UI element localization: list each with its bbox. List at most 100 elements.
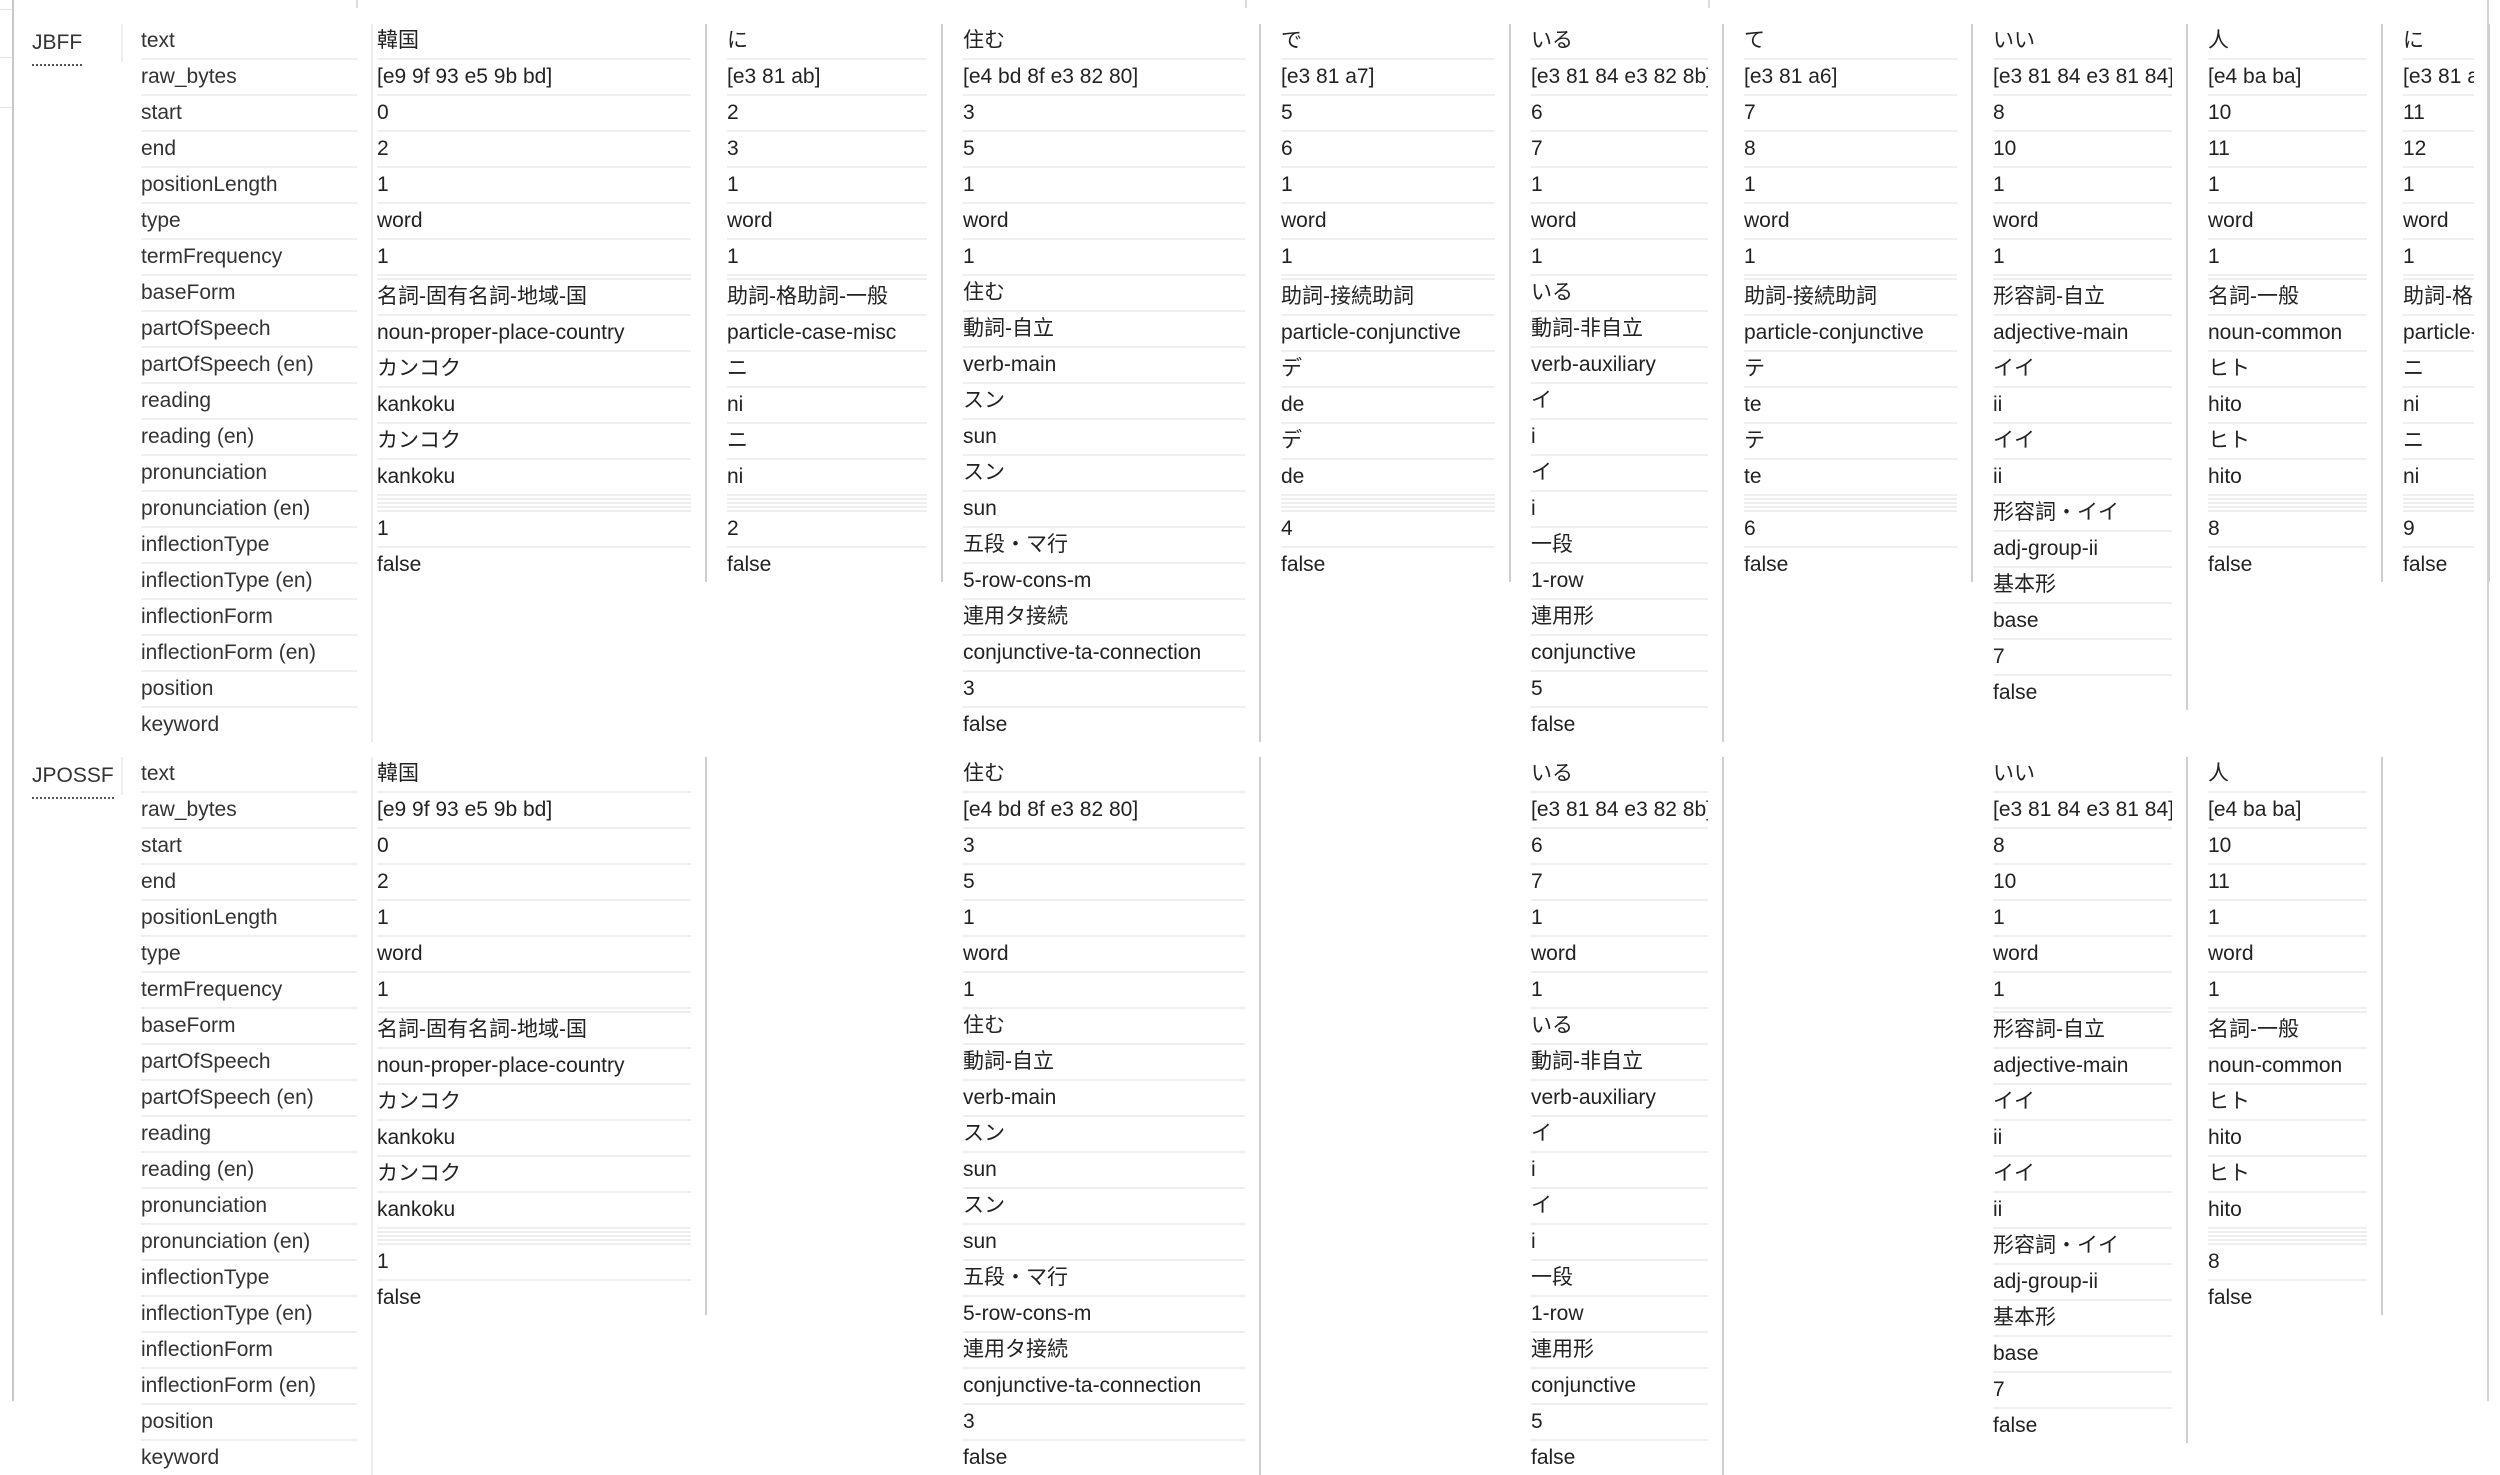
attribute-value: 0 xyxy=(377,96,691,132)
analyzer-name[interactable]: JPOSSF xyxy=(32,761,114,799)
attribute-value: 1-row xyxy=(1531,1297,1708,1333)
attribute-value: i xyxy=(1531,492,1708,528)
token-attributes: 住む [e4 bd 8f e3 82 80] 3 5 1 word 1 住む 動詞-自立 verb… xyxy=(945,757,1259,1475)
attribute-label: start xyxy=(141,829,357,865)
attribute-value: 6 xyxy=(1744,512,1957,548)
attribute-value: ii xyxy=(1993,460,2172,496)
attribute-value: 1 xyxy=(1531,973,1708,1009)
attribute-label: end xyxy=(141,132,357,168)
attribute-value: false xyxy=(2403,553,2448,576)
token-column: で [e3 81 a7] 5 6 1 word 1 助詞-接続助詞 particle-conju… xyxy=(1263,24,1511,582)
attribute-value: 連用タ接続 xyxy=(963,600,1245,636)
attribute-value: 1 xyxy=(377,973,691,1009)
attribute-label: type xyxy=(141,204,357,240)
attribute-label: reading (en) xyxy=(141,1153,357,1189)
attribute-value: particle-conjunctive xyxy=(1744,316,1957,352)
attribute-value: kankoku xyxy=(377,460,691,496)
attribute-value: 5 xyxy=(963,132,1245,168)
attribute-value: 1 xyxy=(727,240,927,276)
attribute-value: kankoku xyxy=(377,388,691,424)
attribute-value: 韓国 xyxy=(377,757,691,793)
attribute-value: 5 xyxy=(963,865,1245,901)
attribute-label: baseForm xyxy=(141,1009,357,1045)
attribute-label: position xyxy=(141,672,357,708)
attribute-value: [e4 bd 8f e3 82 80] xyxy=(963,60,1245,96)
attribute-value: 7 xyxy=(1531,865,1708,901)
attribute-value: 1 xyxy=(377,1245,691,1281)
attribute-value: ii xyxy=(1993,1193,2172,1229)
attribute-value: 1 xyxy=(963,901,1245,937)
attribute-value: いる xyxy=(1531,24,1708,60)
attribute-value: ni xyxy=(2403,388,2474,424)
attribute-label: text xyxy=(141,24,357,60)
attribute-value: [e3 81 ab] xyxy=(727,60,927,96)
attribute-value: conjunctive-ta-connection xyxy=(963,636,1245,672)
attribute-value: 基本形 xyxy=(1993,1301,2172,1337)
attribute-value: 1 xyxy=(1993,168,2172,204)
attribute-value: 6 xyxy=(1281,132,1495,168)
attribute-value: ヒト xyxy=(2208,1085,2367,1121)
attribute-value: 形容詞・イイ xyxy=(1993,1229,2172,1265)
attribute-value: 韓国 xyxy=(377,24,691,60)
attribute-value: 1 xyxy=(963,973,1245,1009)
attribute-value: に xyxy=(727,24,927,60)
attribute-value: 10 xyxy=(2208,829,2367,865)
attribute-value: 1 xyxy=(377,240,691,276)
attribute-value: 7 xyxy=(1993,1373,2172,1409)
attribute-value: 5-row-cons-m xyxy=(963,564,1245,600)
attribute-value: 1 xyxy=(1531,168,1708,204)
attribute-value: ニ xyxy=(2403,352,2474,388)
attribute-value: ヒト xyxy=(2208,1157,2367,1193)
attribute-value: 動詞-自立 xyxy=(963,312,1245,348)
attribute-label: inflectionForm (en) xyxy=(141,636,357,672)
attribute-value: イイ xyxy=(1993,1085,2172,1121)
previous-section-border xyxy=(1708,0,1710,8)
attribute-value: 助詞-接続助詞 xyxy=(1281,280,1495,316)
attribute-value: 五段・マ行 xyxy=(963,1261,1245,1297)
attribute-value: 名詞-固有名詞-地域-国 xyxy=(377,1013,691,1049)
attribute-value: base xyxy=(1993,1337,2172,1373)
attribute-value: 1 xyxy=(1744,168,1957,204)
attribute-value: 6 xyxy=(1531,829,1708,865)
attribute-value: 1 xyxy=(377,512,691,548)
attribute-value: 1 xyxy=(1993,901,2172,937)
token-attributes: いい [e3 81 84 e3 81 84] 8 10 1 word 1 形容詞-自立 adje… xyxy=(1975,24,2186,710)
attribute-value: ニ xyxy=(727,352,927,388)
token-column: 人 [e4 ba ba] 10 11 1 word 1 名詞-一般 noun-common ヒト h… xyxy=(2190,24,2383,582)
attribute-value: 1 xyxy=(377,168,691,204)
token-column: 韓国 [e9 9f 93 e5 9b bd] 0 2 1 word 1 名詞-固有名詞-地域-… xyxy=(359,757,707,1315)
token-attributes: 住む [e4 bd 8f e3 82 80] 3 5 1 word 1 住む 動詞-自立 verb… xyxy=(945,24,1259,742)
attribute-label: inflectionType xyxy=(141,528,357,564)
attribute-label: inflectionType (en) xyxy=(141,1297,357,1333)
attribute-value: word xyxy=(1281,204,1495,240)
attribute-value: 助詞-接続助詞 xyxy=(1744,280,1957,316)
attribute-value: te xyxy=(1744,388,1957,424)
attribute-value: 5 xyxy=(1531,1405,1708,1441)
token-attributes: 韓国 [e9 9f 93 e5 9b bd] 0 2 1 word 1 名詞-固有名詞-地域-… xyxy=(359,757,705,1315)
attribute-value: 1 xyxy=(1744,240,1957,276)
attribute-value: de xyxy=(1281,388,1495,424)
attribute-label: inflectionType xyxy=(141,1261,357,1297)
attribute-value: false xyxy=(1281,553,1326,576)
attribute-value: カンコク xyxy=(377,1157,691,1193)
attribute-label: inflectionForm xyxy=(141,600,357,636)
attribute-value: particle-conjunctive xyxy=(1281,316,1495,352)
token-attributes: 韓国 [e9 9f 93 e5 9b bd] 0 2 1 word 1 名詞-固有名詞-地域-… xyxy=(359,24,705,582)
attribute-value: いる xyxy=(1531,1009,1708,1045)
attribute-value: 連用形 xyxy=(1531,1333,1708,1369)
attribute-label: positionLength xyxy=(141,901,357,937)
attribute-value: sun xyxy=(963,1225,1245,1261)
token-column: いる [e3 81 84 e3 82 8b] 6 7 1 word 1 いる 動詞-非自立 ver… xyxy=(1513,757,1724,1475)
attribute-label: pronunciation xyxy=(141,1189,357,1225)
attribute-value: 1 xyxy=(963,240,1245,276)
token-column: いい [e3 81 84 e3 81 84] 8 10 1 word 1 形容詞-自立 adje… xyxy=(1975,24,2188,710)
attribute-value: 6 xyxy=(1531,96,1708,132)
previous-section-border xyxy=(1245,0,1247,8)
attribute-value: adjective-main xyxy=(1993,316,2172,352)
attribute-value: 3 xyxy=(963,829,1245,865)
attribute-value: 11 xyxy=(2208,865,2367,901)
analyzer-name[interactable]: JBFF xyxy=(32,28,83,66)
attribute-value: false xyxy=(1531,1446,1576,1469)
attribute-value: word xyxy=(1993,937,2172,973)
attribute-value: 名詞-一般 xyxy=(2208,1013,2367,1049)
